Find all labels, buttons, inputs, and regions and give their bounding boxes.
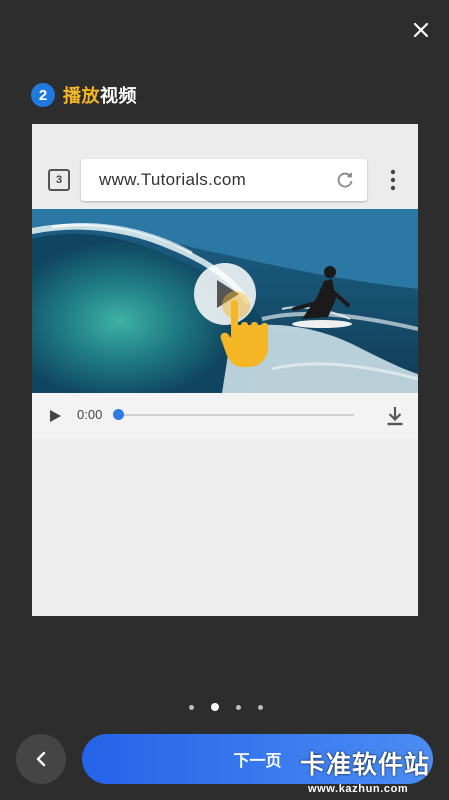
progress-knob[interactable]: [113, 409, 124, 420]
back-button[interactable]: [16, 734, 66, 784]
step-title: 播放视频: [63, 82, 137, 108]
more-menu-icon[interactable]: [388, 168, 398, 192]
current-time: 0:00: [77, 407, 103, 422]
tutorial-screen: 2 播放视频 3 www.Tutorials.com 0:00 下一页 卡准软件…: [0, 0, 449, 800]
illustration-card: 3 www.Tutorials.com 0:00: [32, 124, 418, 616]
page-dot-active[interactable]: [211, 703, 219, 711]
close-button[interactable]: [405, 14, 437, 46]
next-page-button[interactable]: 下一页: [82, 734, 433, 784]
page-indicator: [189, 703, 280, 711]
chevron-left-icon: [36, 751, 46, 767]
step-title-rest: 视频: [100, 86, 137, 107]
close-icon: [413, 22, 429, 38]
watermark-url-text: www.kazhun.com: [308, 783, 409, 795]
tap-hand-icon: [220, 291, 268, 367]
url-bar[interactable]: www.Tutorials.com: [81, 159, 367, 201]
video-controls: 0:00: [32, 393, 418, 439]
video-frame[interactable]: [32, 209, 418, 393]
step-title-highlight: 播放: [63, 86, 100, 107]
page-dot[interactable]: [236, 704, 241, 710]
control-play-icon[interactable]: [48, 409, 62, 423]
progress-track[interactable]: [118, 414, 354, 416]
url-text: www.Tutorials.com: [99, 170, 247, 189]
next-page-label: 下一页: [233, 751, 282, 770]
refresh-icon[interactable]: [335, 170, 355, 190]
step-header: 2 播放视频: [31, 82, 137, 108]
step-number-badge: 2: [31, 83, 55, 107]
tab-count-icon[interactable]: 3: [48, 169, 70, 191]
browser-toolbar: 3 www.Tutorials.com: [32, 124, 418, 208]
page-dot[interactable]: [189, 704, 194, 710]
page-dot[interactable]: [258, 704, 263, 710]
download-icon[interactable]: [386, 406, 404, 426]
